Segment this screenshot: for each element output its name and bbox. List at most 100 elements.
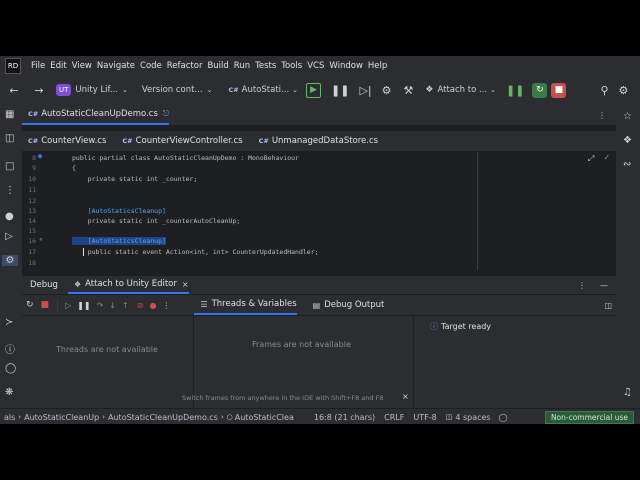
csharp-badge: C# <box>122 137 133 145</box>
tab-counterviewcontroller[interactable]: C# CounterViewController.cs <box>116 131 242 151</box>
tab-debug-output[interactable]: ▤ Debug Output <box>307 295 385 315</box>
caret-position[interactable]: 16:8 (21 chars) <box>314 413 375 422</box>
file-encoding[interactable]: UTF-8 <box>413 413 436 422</box>
mute-breakpoints-icon[interactable]: ⊘ <box>137 301 144 310</box>
folder-icon[interactable]: ◫ <box>5 133 14 144</box>
menu-tools[interactable]: Tools <box>281 61 302 71</box>
menu-code[interactable]: Code <box>140 61 162 71</box>
project-selector[interactable]: UT Unity Lif... ⌄ <box>56 84 128 96</box>
menu-refactor[interactable]: Refactor <box>167 61 203 71</box>
tab-counterview[interactable]: C# CounterView.cs <box>22 131 106 151</box>
class-icon: ○ <box>226 413 233 421</box>
expand-icon[interactable]: ⤢ <box>588 154 594 164</box>
bookmarks-icon[interactable]: □ <box>5 161 14 172</box>
ai-assistant-icon[interactable]: ∾ <box>623 159 631 170</box>
step-out-icon[interactable]: ↑ <box>122 301 129 310</box>
unity-icon[interactable]: ❖ <box>623 135 632 146</box>
threads-empty-text: Threads are not available <box>56 345 158 354</box>
pause-icon[interactable]: ❚❚ <box>77 301 90 310</box>
version-control-selector[interactable]: Version cont... ⌄ <box>142 85 213 95</box>
run-config-selector[interactable]: C# AutoStati... ⌄ <box>228 85 298 95</box>
license-badge[interactable]: Non-commercial use <box>544 410 634 424</box>
indent-setting[interactable]: 4 spaces <box>455 413 490 422</box>
breakpoint-gutter-icon[interactable]: ⚬ <box>38 236 44 244</box>
breadcrumb-folder[interactable]: AutoStaticCleanUp <box>24 413 99 422</box>
tab-autostaticcleanupdemo[interactable]: C# AutoStaticCleanUpDemo.cs ⎋ <box>22 105 170 125</box>
menu-file[interactable]: File <box>31 61 45 71</box>
unity-pause-icon[interactable]: ❚❚ <box>506 84 524 97</box>
pin-icon[interactable]: ⎋ <box>163 109 169 119</box>
plugins-icon[interactable]: ❋ <box>5 387 13 398</box>
structure-icon[interactable]: ⋮ <box>5 185 15 196</box>
settings-gear-icon[interactable]: ⚙ <box>619 84 629 97</box>
tab-unmanageddatastore[interactable]: C# UnmanagedDataStore.cs <box>253 131 379 151</box>
code-line: public partial class AutoStaticCleanUpDe… <box>72 154 299 162</box>
menu-window[interactable]: Window <box>329 61 363 71</box>
breadcrumb-root[interactable]: als <box>4 413 15 422</box>
menu-run[interactable]: Run <box>234 61 250 71</box>
stop-icon[interactable]: ■ <box>41 300 50 310</box>
divider <box>57 299 59 311</box>
debug-tool-icon[interactable]: ⚙ <box>2 255 18 266</box>
breadcrumb-class[interactable]: AutoStaticClea <box>235 413 294 422</box>
code-line: { <box>72 164 76 172</box>
pause-icon[interactable]: ❚❚ <box>331 84 349 97</box>
menu-build[interactable]: Build <box>207 61 228 71</box>
more-options-icon[interactable]: ⋮ <box>162 301 170 310</box>
code-line: private static int _counterAutoCleanUp; <box>72 217 241 225</box>
breadcrumb-file[interactable]: AutoStaticCleanUpDemo.cs <box>108 413 218 422</box>
close-icon[interactable]: × <box>182 280 189 289</box>
menu-vcs[interactable]: VCS <box>307 61 324 71</box>
search-icon[interactable]: ⚲ <box>600 84 608 97</box>
tab-threads-variables[interactable]: ☰ Threads & Variables <box>194 295 297 315</box>
rerun-icon[interactable]: ↻ <box>26 300 34 310</box>
minimize-icon[interactable]: — <box>600 281 608 290</box>
bell-icon[interactable]: ♫ <box>623 387 632 398</box>
back-arrow-icon[interactable]: ← <box>0 84 28 97</box>
tab-label: AutoStaticCleanUpDemo.cs <box>41 109 158 119</box>
attach-selector[interactable]: Attach to ... ⌄ <box>437 85 496 95</box>
line-number: 11 <box>28 186 36 194</box>
step-into-icon[interactable]: ↓ <box>109 301 116 310</box>
problems-icon[interactable]: ⓘ <box>5 341 15 356</box>
close-icon[interactable]: × <box>402 392 409 401</box>
notifications-icon[interactable]: ☆ <box>623 111 632 122</box>
more-options-icon[interactable]: ⋮ <box>578 281 586 290</box>
chevron-down-icon: ⌄ <box>490 86 496 94</box>
debug-bug-icon[interactable]: ⚙ <box>382 84 392 97</box>
debug-title: Debug <box>30 280 58 290</box>
resume-icon[interactable]: ▷ <box>65 301 71 310</box>
frames-pane: Frames are not available Switch frames f… <box>182 316 414 408</box>
menu-view[interactable]: View <box>72 61 92 71</box>
menu-edit[interactable]: Edit <box>50 61 66 71</box>
forward-arrow-icon[interactable]: → <box>28 84 50 97</box>
refresh-icon[interactable]: ↻ <box>532 82 548 98</box>
stop-icon[interactable]: ■ <box>551 82 567 98</box>
hammer-icon[interactable]: ⚒ <box>404 84 414 97</box>
code-line: [AutoStaticsCleanup] <box>72 207 166 215</box>
lock-icon[interactable]: ◯ <box>499 413 508 422</box>
step-icon[interactable]: ▷| <box>359 84 371 97</box>
layout-icon[interactable]: ◫ <box>604 301 612 310</box>
menu-tests[interactable]: Tests <box>255 61 276 71</box>
explorer-icon[interactable]: ▦ <box>5 109 14 120</box>
version-control-icon[interactable]: ◯ <box>5 363 16 374</box>
git-icon[interactable]: ● <box>5 211 14 222</box>
menu-help[interactable]: Help <box>368 61 387 71</box>
class-gutter-icon[interactable]: ● <box>38 152 42 160</box>
tab-attach-unity-editor[interactable]: ❖ Attach to Unity Editor × <box>67 276 189 294</box>
code-editor[interactable]: ⤢ ✓ 8 9 10 11 12 13 14 15 16 17 18 ● ⚬ p… <box>22 152 616 270</box>
line-separator[interactable]: CRLF <box>384 413 404 422</box>
active-editor-tabbar: C# AutoStaticCleanUpDemo.cs ⎋ ⋮ <box>22 105 616 125</box>
more-options-icon[interactable]: ⋮ <box>598 111 606 120</box>
step-over-icon[interactable]: ↷ <box>97 301 104 310</box>
variables-pane: ⓘ Target ready <box>414 316 616 408</box>
chevron-right-icon: › <box>102 413 106 421</box>
menu-navigate[interactable]: Navigate <box>97 61 135 71</box>
breakpoints-icon[interactable]: ● <box>149 301 156 310</box>
csharp-badge: C# <box>258 137 269 145</box>
terminal-icon[interactable]: ≻ <box>5 317 13 328</box>
run-tool-icon[interactable]: ▷ <box>5 231 13 242</box>
run-icon[interactable]: ▶ <box>306 82 322 98</box>
rider-logo-icon[interactable]: RD <box>5 57 21 74</box>
